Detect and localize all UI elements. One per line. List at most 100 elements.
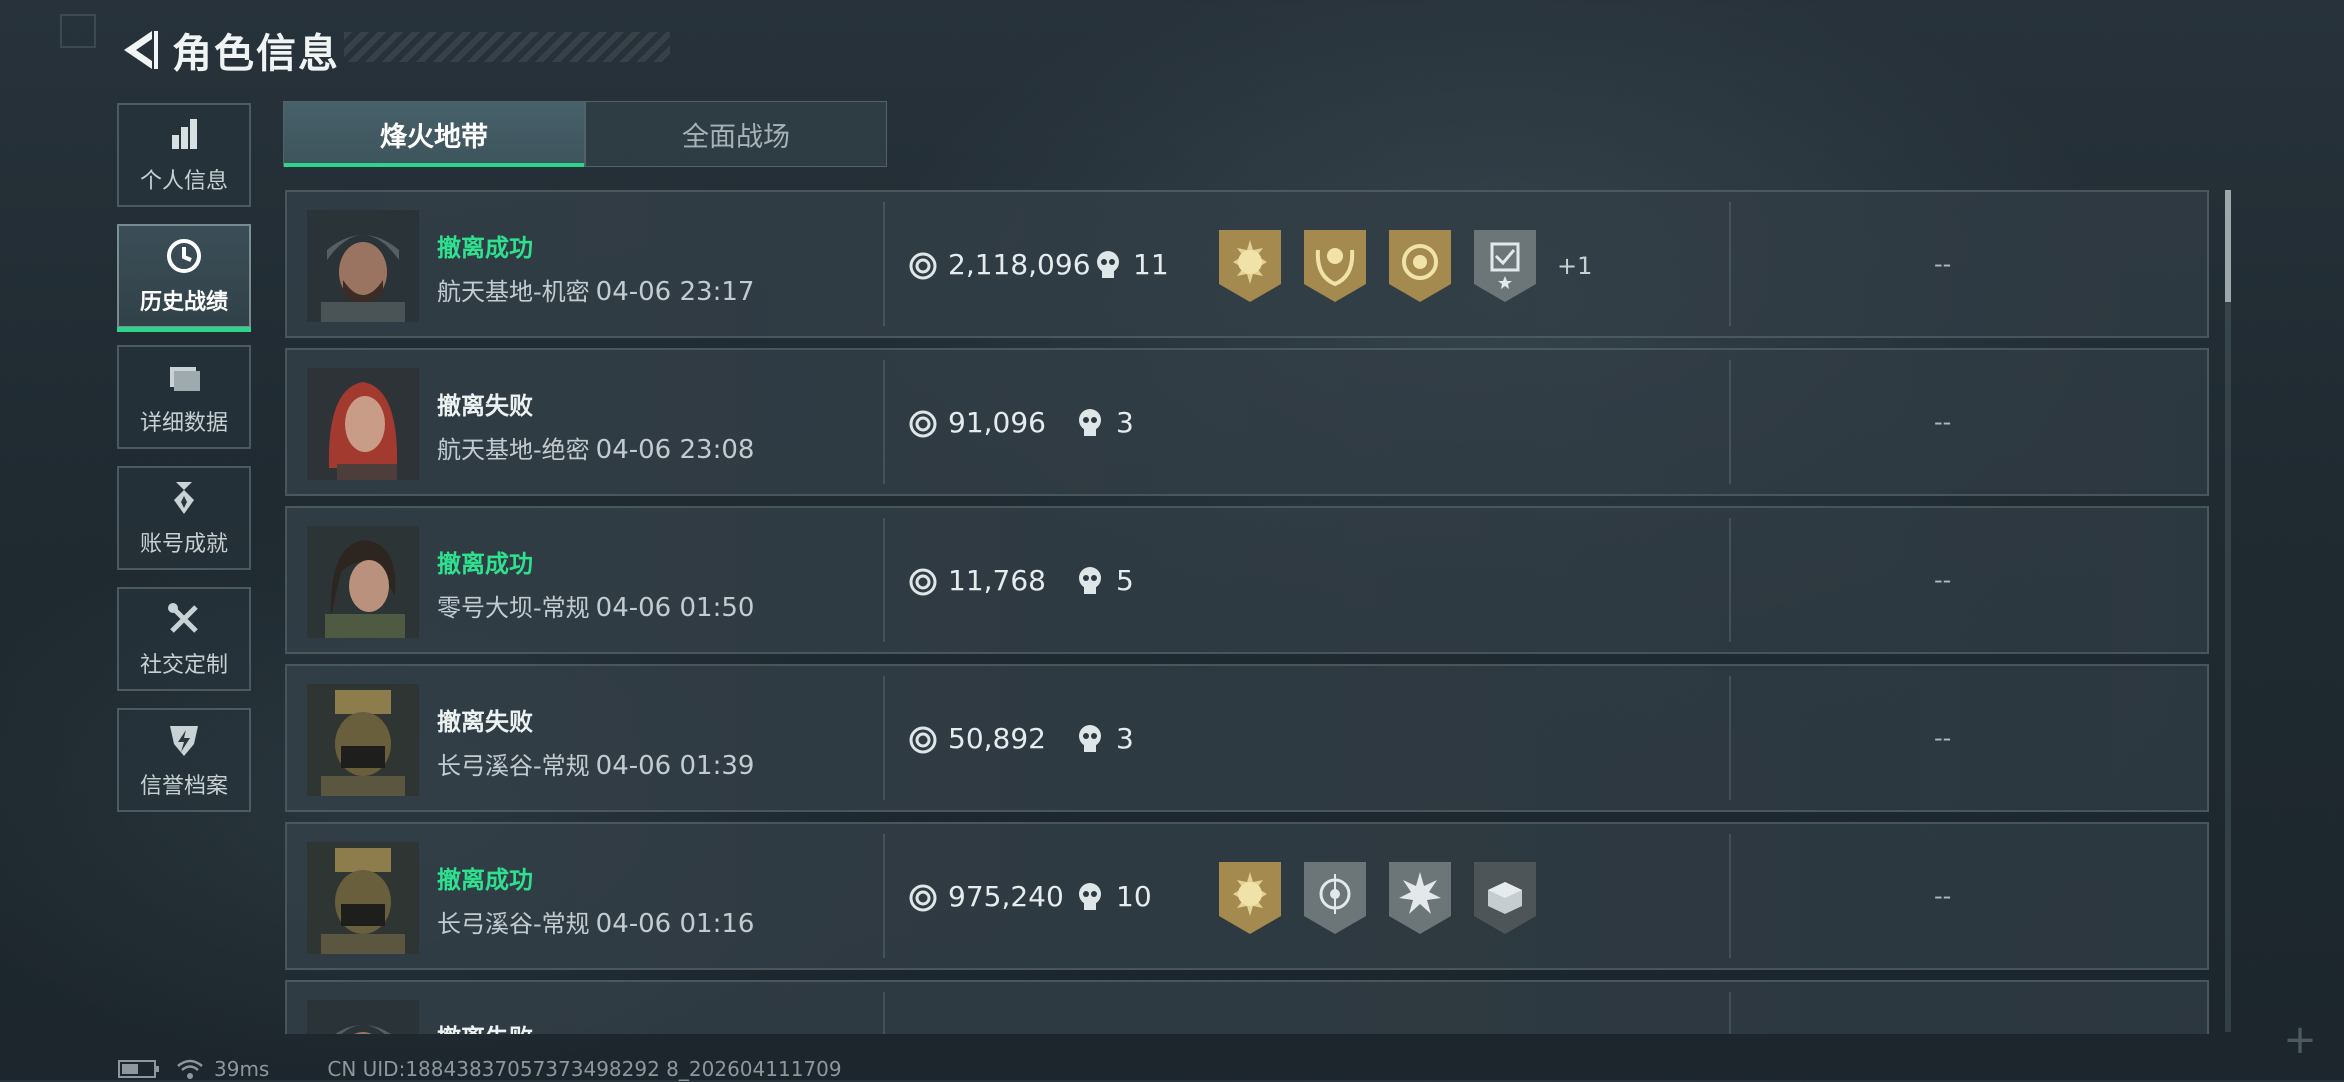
title-decoration <box>344 32 670 62</box>
rating-value: -- <box>1934 566 1952 594</box>
list-item[interactable]: 撤离成功 长弓溪谷-常规 04-06 01:16 975,240 10 -- <box>285 822 2209 970</box>
value-amount: 11,768 <box>948 564 1046 597</box>
divider <box>1729 202 1731 326</box>
match-time: 04-06 01:16 <box>595 909 755 939</box>
sidebar-item-label: 详细数据 <box>139 411 228 436</box>
divider <box>883 360 885 484</box>
kill-count: 3 <box>1116 722 1134 755</box>
match-history-list: 撤离成功 航天基地-机密 04-06 23:17 2,118,096 11 +1 … <box>285 190 2209 1034</box>
silver-target-badge-icon[interactable] <box>1302 860 1368 936</box>
kill-count: 11 <box>1133 248 1169 281</box>
rating-value: -- <box>1934 882 1952 910</box>
dark-box-badge-icon[interactable] <box>1472 860 1538 936</box>
back-arrow-icon[interactable] <box>118 27 158 73</box>
rating-value: -- <box>1934 250 1952 278</box>
coin-icon <box>909 568 937 596</box>
rating-value: -- <box>1934 408 1952 436</box>
sidebar-item-label: 账号成就 <box>139 532 228 557</box>
list-item[interactable]: 撤离成功 零号大坝-常规 04-06 01:50 11,768 5 -- <box>285 506 2209 654</box>
page-header: 角色信息 <box>118 22 670 78</box>
extraction-status: 撤离成功 <box>437 550 533 578</box>
extraction-status: 撤离成功 <box>437 866 533 894</box>
sidebar-item-label: 信誉档案 <box>139 774 228 799</box>
kill-count: 5 <box>1116 564 1134 597</box>
map-info: 长弓溪谷-常规 04-06 01:39 <box>437 746 754 781</box>
match-time: 04-06 23:08 <box>595 435 755 465</box>
more-badges-count[interactable]: +1 <box>1557 252 1592 280</box>
divider <box>1729 360 1731 484</box>
tab-warfare[interactable]: 全面战场 <box>584 102 886 166</box>
kill-count: 3 <box>1116 406 1134 439</box>
sidebar-item-label: 历史战绩 <box>139 290 228 315</box>
divider <box>883 202 885 326</box>
list-item[interactable]: 撤离失败 <box>285 980 2209 1034</box>
sidebar-item-details[interactable]: 详细数据 <box>117 345 251 449</box>
ping-value: 39ms <box>214 1057 270 1081</box>
divider <box>1729 676 1731 800</box>
sidebar-item-profile[interactable]: 个人信息 <box>117 103 251 207</box>
gold-sun-badge-icon[interactable] <box>1217 860 1283 936</box>
list-item[interactable]: 撤离失败 长弓溪谷-常规 04-06 01:39 50,892 3 -- <box>285 664 2209 812</box>
gold-sun-badge-icon[interactable] <box>1217 228 1283 304</box>
shield-icon <box>170 726 198 756</box>
skull-icon <box>1079 409 1101 436</box>
status-bar: 39ms CN UID:18843837057373498292 8_20260… <box>118 1056 842 1082</box>
extraction-status: 撤离失败 <box>437 708 533 736</box>
badge-list: +1 <box>1217 228 1592 304</box>
operator-avatar <box>307 842 419 954</box>
value-amount: 91,096 <box>948 406 1046 439</box>
sidebar: 个人信息 历史战绩 详细数据 账号成就 社交定制 信誉档案 <box>117 103 255 829</box>
divider <box>1729 992 1731 1034</box>
value-amount: 2,118,096 <box>948 248 1091 281</box>
map-info: 航天基地-机密 04-06 23:17 <box>437 272 754 307</box>
list-scrollbar[interactable] <box>2225 190 2231 1032</box>
skull-icon <box>1097 251 1119 278</box>
sidebar-item-social[interactable]: 社交定制 <box>117 587 251 691</box>
sidebar-item-achievements[interactable]: 账号成就 <box>117 466 251 570</box>
skull-icon <box>1079 567 1101 594</box>
divider <box>1729 518 1731 642</box>
divider <box>883 676 885 800</box>
silver-burst-badge-icon[interactable] <box>1387 860 1453 936</box>
gold-wreath-badge-icon[interactable] <box>1302 228 1368 304</box>
map-info: 航天基地-绝密 04-06 23:08 <box>437 430 754 465</box>
rating-value: -- <box>1934 724 1952 752</box>
map-name: 长弓溪谷-常规 <box>437 910 590 938</box>
page-title: 角色信息 <box>172 31 340 77</box>
silver-checklist-badge-icon[interactable] <box>1472 228 1538 304</box>
divider <box>883 834 885 958</box>
extraction-status: 撤离失败 <box>437 392 533 420</box>
operator-avatar <box>307 1000 419 1034</box>
sidebar-item-history[interactable]: 历史战绩 <box>117 224 251 332</box>
scrollbar-thumb[interactable] <box>2225 190 2231 302</box>
corner-decoration <box>60 14 96 48</box>
map-name: 航天基地-机密 <box>437 278 590 306</box>
map-info: 长弓溪谷-常规 04-06 01:16 <box>437 904 754 939</box>
tab-extraction[interactable]: 烽火地带 <box>284 102 584 167</box>
skull-icon <box>1079 883 1101 910</box>
coin-icon <box>909 410 937 438</box>
folder-icon <box>170 367 200 391</box>
coin-icon <box>909 726 937 754</box>
divider <box>883 518 885 642</box>
list-item[interactable]: 撤离失败 航天基地-绝密 04-06 23:08 91,096 3 -- <box>285 348 2209 496</box>
medal-icon <box>174 482 194 514</box>
map-name: 航天基地-绝密 <box>437 436 590 464</box>
divider <box>883 992 885 1034</box>
operator-avatar <box>307 210 419 322</box>
sidebar-item-label: 个人信息 <box>139 169 228 194</box>
clock-icon <box>167 239 201 273</box>
skull-icon <box>1079 725 1101 752</box>
gold-coin-badge-icon[interactable] <box>1387 228 1453 304</box>
mode-tabs: 烽火地带 全面战场 <box>283 101 887 167</box>
match-time: 04-06 01:50 <box>595 593 755 623</box>
map-name: 零号大坝-常规 <box>437 594 590 622</box>
battery-icon <box>118 1060 159 1078</box>
list-item[interactable]: 撤离成功 航天基地-机密 04-06 23:17 2,118,096 11 +1 … <box>285 190 2209 338</box>
value-amount: 50,892 <box>948 722 1046 755</box>
value-amount: 975,240 <box>948 880 1064 913</box>
operator-avatar <box>307 368 419 480</box>
sidebar-item-label: 社交定制 <box>139 653 228 678</box>
sidebar-item-credit[interactable]: 信誉档案 <box>117 708 251 812</box>
map-info: 零号大坝-常规 04-06 01:50 <box>437 588 754 623</box>
